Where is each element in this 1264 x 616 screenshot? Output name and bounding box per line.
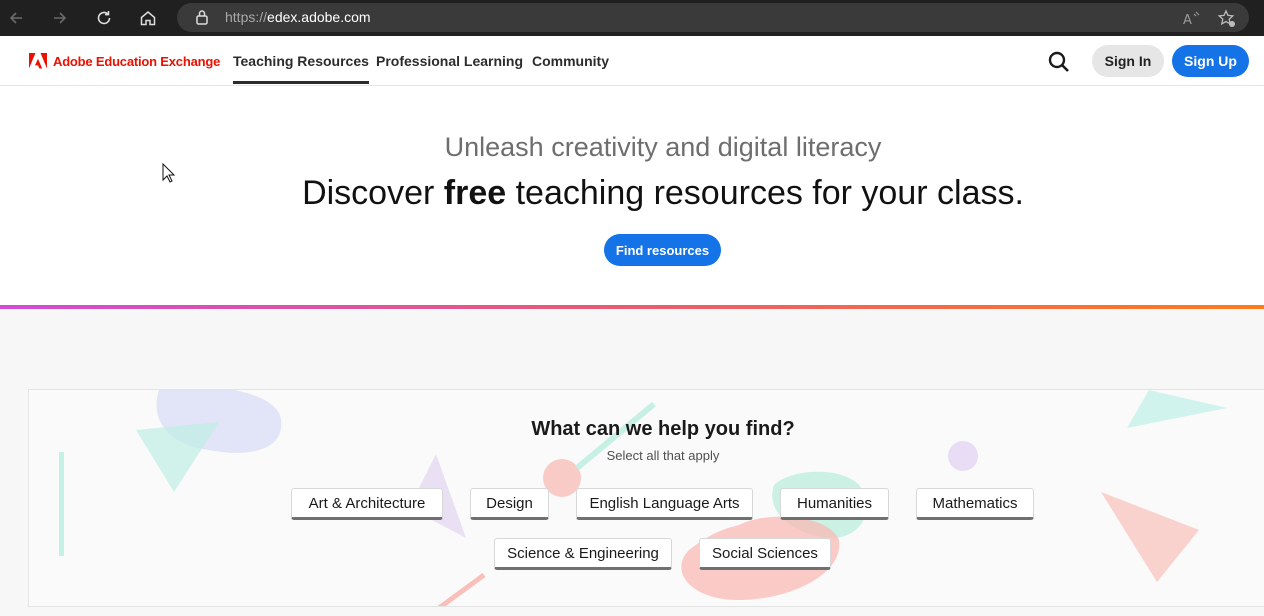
sign-in-button[interactable]: Sign In (1092, 45, 1164, 77)
subject-chip-humanities[interactable]: Humanities (780, 488, 889, 520)
subject-chip-social-sciences[interactable]: Social Sciences (699, 538, 831, 570)
favorites-icon[interactable] (1217, 9, 1237, 29)
nav-teaching-resources[interactable]: Teaching Resources (233, 53, 369, 84)
finder-title: What can we help you find? (531, 418, 795, 440)
finder-subtitle: Select all that apply (606, 448, 720, 463)
subject-chip-art-architecture[interactable]: Art & Architecture (291, 488, 443, 520)
url-text: https://edex.adobe.com (225, 9, 371, 25)
nav-community[interactable]: Community (532, 53, 609, 69)
brand-name: Adobe Education Exchange (53, 53, 221, 69)
adobe-logo-icon (29, 53, 47, 69)
search-icon[interactable] (1047, 50, 1071, 74)
svg-text:A: A (1183, 13, 1192, 28)
hero-title: Discover free teaching resources for you… (302, 174, 1024, 212)
subject-chip-science-engineering[interactable]: Science & Engineering (494, 538, 672, 570)
subject-chip-design[interactable]: Design (470, 488, 549, 520)
back-icon[interactable] (4, 6, 28, 30)
mouse-cursor-icon (162, 163, 176, 183)
read-aloud-icon[interactable]: A (1181, 9, 1201, 29)
refresh-icon[interactable] (92, 6, 116, 30)
lock-icon[interactable] (195, 9, 209, 30)
subject-chip-english-language-arts[interactable]: English Language Arts (576, 488, 753, 520)
site-header: Adobe Education Exchange Teaching Resour… (0, 36, 1264, 86)
forward-icon[interactable] (48, 6, 72, 30)
nav-professional-learning[interactable]: Professional Learning (376, 53, 523, 69)
brand-logo-link[interactable]: Adobe Education Exchange (29, 53, 220, 69)
subject-chip-mathematics[interactable]: Mathematics (916, 488, 1034, 520)
address-bar[interactable]: https://edex.adobe.com A (177, 3, 1249, 32)
find-resources-button[interactable]: Find resources (604, 234, 721, 266)
browser-toolbar: https://edex.adobe.com A (0, 0, 1264, 36)
home-icon[interactable] (136, 6, 160, 30)
sign-up-button[interactable]: Sign Up (1172, 45, 1249, 77)
hero-subtitle: Unleash creativity and digital literacy (444, 132, 882, 162)
